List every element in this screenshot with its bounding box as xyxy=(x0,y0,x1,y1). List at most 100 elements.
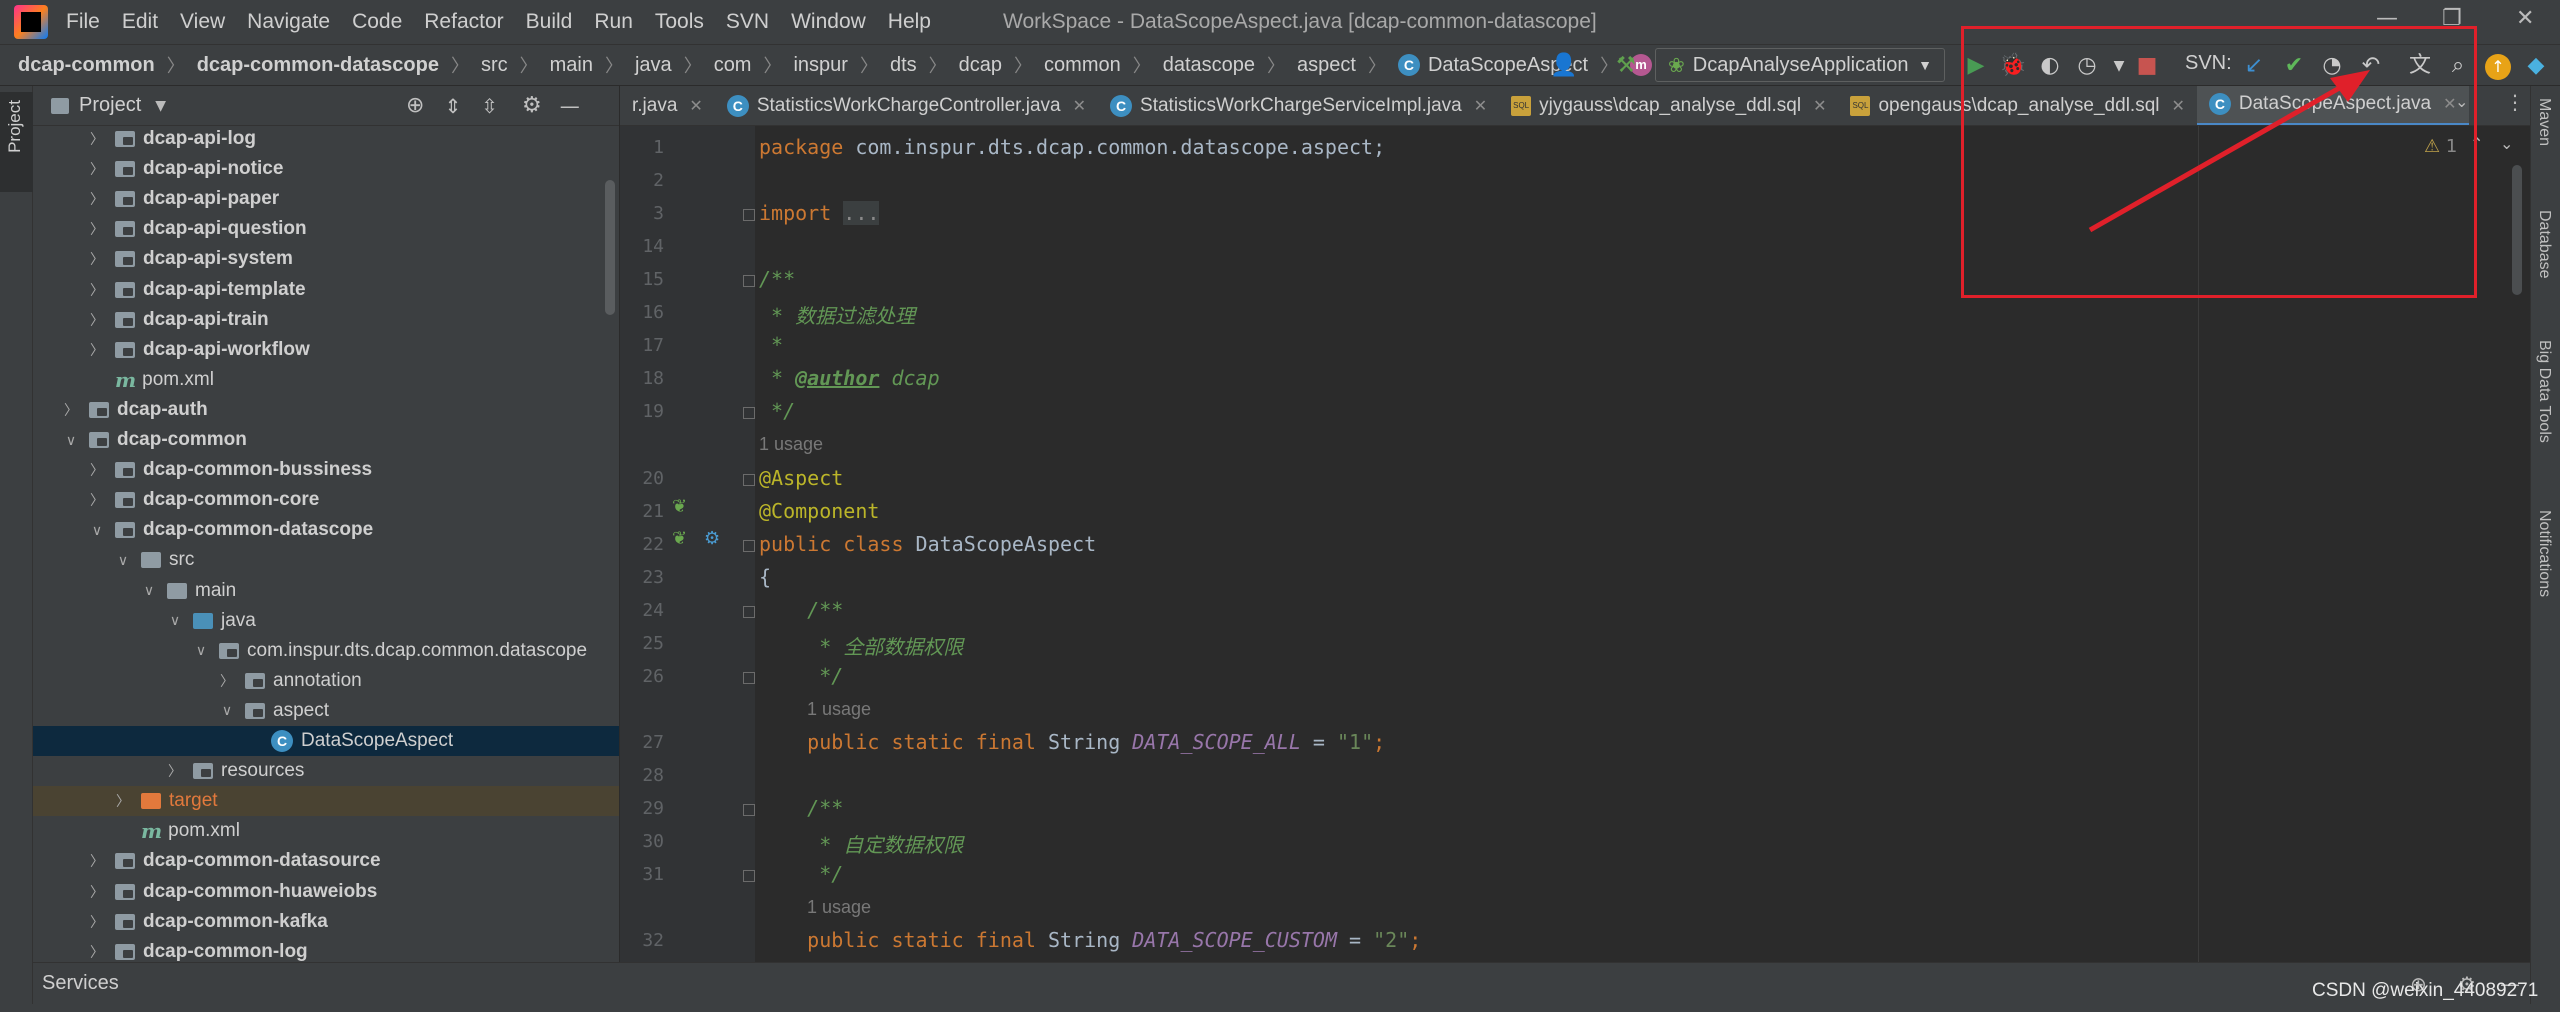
breadcrumb-item[interactable]: common xyxy=(1044,54,1121,77)
tree-item[interactable]: 〉 annotation xyxy=(33,666,619,696)
tree-toggle-icon[interactable]: 〉 xyxy=(89,340,105,360)
tree-item[interactable]: ∨ src xyxy=(33,545,619,575)
tree-item[interactable]: 〉 target xyxy=(33,786,619,817)
tree-item[interactable]: 〉 dcap-common-log xyxy=(33,937,619,962)
menu-code[interactable]: Code xyxy=(352,10,402,34)
tree-toggle-icon[interactable]: 〉 xyxy=(89,249,105,269)
notifications-tool-tab[interactable]: Notifications xyxy=(2535,510,2553,597)
big-data-tools-tab[interactable]: Big Data Tools xyxy=(2535,340,2553,443)
hide-panel-icon[interactable]: — xyxy=(560,94,580,118)
tree-toggle-icon[interactable]: ∨ xyxy=(89,522,105,539)
tree-item[interactable]: 〉 dcap-common-kafka xyxy=(33,907,619,937)
breadcrumb-item[interactable]: com xyxy=(714,54,752,77)
fold-toggle-icon[interactable] xyxy=(743,870,755,883)
close-tab-icon[interactable]: ✕ xyxy=(1813,96,1826,116)
close-tab-icon[interactable]: ✕ xyxy=(1073,96,1086,116)
tree-item[interactable]: 〉 dcap-api-notice xyxy=(33,154,619,184)
spring-bean-icon[interactable]: ❦ xyxy=(672,528,687,549)
close-window-icon[interactable]: ✕ xyxy=(2516,6,2534,31)
tree-item[interactable]: ∨ dcap-common xyxy=(33,425,619,455)
update-icon[interactable]: ↑ xyxy=(2484,52,2512,80)
menu-tools[interactable]: Tools xyxy=(655,10,704,34)
tree-item[interactable]: ∨ com.inspur.dts.dcap.common.datascope xyxy=(33,636,619,666)
tree-item[interactable]: 〉 dcap-api-paper xyxy=(33,184,619,214)
editor-tab[interactable]: C StatisticsWorkChargeController.java ✕ xyxy=(715,86,1098,125)
tree-item[interactable]: 〉 dcap-api-workflow xyxy=(33,335,619,365)
tree-item[interactable]: ∨ main xyxy=(33,576,619,606)
expand-all-icon[interactable]: ⇕ xyxy=(444,94,461,118)
tree-toggle-icon[interactable]: ∨ xyxy=(141,582,157,599)
tree-item[interactable]: ∨ dcap-common-datascope xyxy=(33,515,619,545)
breadcrumb-item[interactable]: java xyxy=(635,54,672,77)
fold-toggle-icon[interactable] xyxy=(743,605,755,618)
close-tab-icon[interactable]: ✕ xyxy=(1474,96,1487,116)
jetbrains-toolbox-icon[interactable]: ◆ xyxy=(2522,52,2550,80)
tree-item[interactable]: 〉 dcap-api-system xyxy=(33,244,619,274)
breadcrumb-item[interactable]: inspur xyxy=(793,54,847,77)
navigate-advice-icon[interactable]: ⚙ xyxy=(704,528,720,549)
breadcrumb-item[interactable]: aspect xyxy=(1297,54,1356,77)
tree-toggle-icon[interactable]: 〉 xyxy=(89,280,105,300)
tree-item[interactable]: 〉 dcap-api-log xyxy=(33,126,619,154)
tree-toggle-icon[interactable]: 〉 xyxy=(89,219,105,239)
tree-toggle-icon[interactable]: 〉 xyxy=(89,942,105,962)
database-tool-tab[interactable]: Database xyxy=(2535,210,2553,279)
editor-scrollbar[interactable] xyxy=(2512,165,2522,295)
breadcrumb-item[interactable]: main xyxy=(550,54,593,77)
tree-toggle-icon[interactable]: ∨ xyxy=(193,642,209,659)
tree-toggle-icon[interactable]: ∨ xyxy=(219,702,235,719)
menu-view[interactable]: View xyxy=(180,10,225,34)
usage-hint[interactable]: 1 usage xyxy=(807,699,871,720)
tree-item[interactable]: 〉 dcap-api-template xyxy=(33,275,619,305)
services-tab[interactable]: Services xyxy=(42,972,119,995)
tree-toggle-icon[interactable]: 〉 xyxy=(89,189,105,209)
fold-toggle-icon[interactable] xyxy=(743,473,755,486)
menu-build[interactable]: Build xyxy=(526,10,573,34)
run-configuration-selector[interactable]: ❀ DcapAnalyseApplication ▼ xyxy=(1655,48,1945,82)
breadcrumb-item[interactable]: dts xyxy=(890,54,917,77)
project-tool-label[interactable]: Project xyxy=(5,100,25,153)
tree-item[interactable]: 〉 dcap-common-huaweiobs xyxy=(33,877,619,907)
tree-item[interactable]: 〉 dcap-common-bussiness xyxy=(33,455,619,485)
tree-item[interactable]: ∨ java xyxy=(33,606,619,636)
tree-item[interactable]: m pom.xml xyxy=(33,365,619,395)
tree-toggle-icon[interactable]: ∨ xyxy=(115,552,131,569)
menu-edit[interactable]: Edit xyxy=(122,10,158,34)
tree-toggle-icon[interactable]: 〉 xyxy=(89,882,105,902)
user-icon[interactable]: 👤 xyxy=(1550,52,1578,80)
tree-toggle-icon[interactable]: 〉 xyxy=(89,912,105,932)
tree-item[interactable]: ∨ aspect xyxy=(33,696,619,726)
menu-window[interactable]: Window xyxy=(791,10,866,34)
tree-toggle-icon[interactable]: 〉 xyxy=(89,129,105,149)
more-options-icon[interactable]: ⋮ xyxy=(2505,90,2525,114)
usage-hint[interactable]: 1 usage xyxy=(807,897,871,918)
tree-item[interactable]: 〉 dcap-auth xyxy=(33,395,619,425)
menu-svn[interactable]: SVN xyxy=(726,10,769,34)
fold-toggle-icon[interactable] xyxy=(743,275,755,288)
usage-hint[interactable]: 1 usage xyxy=(759,434,823,455)
menu-file[interactable]: File xyxy=(66,10,100,34)
fold-toggle-icon[interactable] xyxy=(743,407,755,420)
tree-toggle-icon[interactable]: 〉 xyxy=(63,400,79,420)
tree-toggle-icon[interactable]: 〉 xyxy=(115,791,131,811)
tree-toggle-icon[interactable]: 〉 xyxy=(89,159,105,179)
locate-target-icon[interactable]: ⊕ xyxy=(406,93,424,118)
maven-tool-tab[interactable]: Maven xyxy=(2535,98,2553,146)
tree-item[interactable]: 〉 dcap-common-datasource xyxy=(33,846,619,876)
editor-tab[interactable]: r.java ✕ xyxy=(620,86,715,125)
build-hammer-icon[interactable]: ⚒ xyxy=(1612,52,1640,80)
tree-item[interactable]: C DataScopeAspect xyxy=(33,726,619,756)
tree-toggle-icon[interactable]: 〉 xyxy=(89,460,105,480)
breadcrumb-item[interactable]: dcap xyxy=(959,54,1002,77)
tree-item[interactable]: 〉 dcap-common-core xyxy=(33,485,619,515)
chevron-down-icon[interactable]: ▼ xyxy=(155,98,166,114)
tree-toggle-icon[interactable]: 〉 xyxy=(167,761,183,781)
fold-toggle-icon[interactable] xyxy=(743,804,755,816)
menu-help[interactable]: Help xyxy=(888,10,931,34)
tree-item[interactable]: 〉 dcap-api-train xyxy=(33,305,619,335)
fold-toggle-icon[interactable] xyxy=(743,671,755,684)
gear-icon[interactable]: ⚙ xyxy=(522,93,542,118)
fold-toggle-icon[interactable] xyxy=(743,539,755,552)
breadcrumb-item[interactable]: dcap-common xyxy=(18,54,155,77)
tree-item[interactable]: 〉 resources xyxy=(33,756,619,786)
